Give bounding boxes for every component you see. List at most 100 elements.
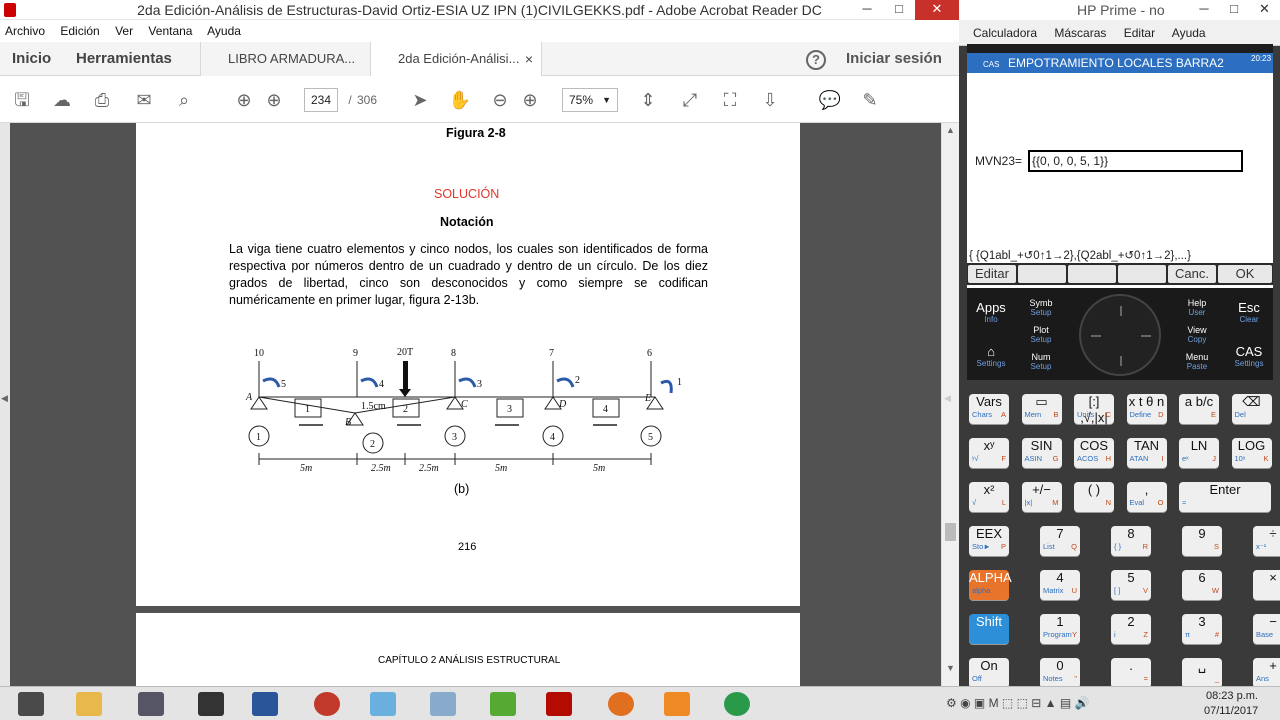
key-[interactable]: ▭ Mem B [1021,394,1062,424]
softkey-editar[interactable]: Editar [968,265,1016,283]
key-x[interactable]: [:] ,√,|x| Units C [1074,394,1114,425]
computer-icon[interactable] [138,692,164,716]
key-on[interactable]: On Off [969,658,1009,688]
hp-maximize-icon[interactable]: □ [1219,0,1249,20]
menu-archivo[interactable]: Archivo [5,24,45,38]
window-titlebar[interactable]: 2da Edición-Análisis de Estructuras-Davi… [0,0,959,20]
cas-key[interactable]: CAS Settings [1229,344,1269,368]
acrobat-icon[interactable] [546,692,572,716]
key-5[interactable]: 5 [ ] V [1111,570,1151,600]
key-6[interactable]: 6W [1182,570,1222,600]
view-key[interactable]: View Copy [1175,325,1219,344]
fullscreen-icon[interactable]: ⛶ [718,88,742,112]
hand-tool-icon[interactable]: ✋ [448,88,472,112]
close-window-icon[interactable]: ✕ [915,0,959,20]
tab-tools[interactable]: Herramientas [76,42,172,76]
paint-icon[interactable] [430,692,456,716]
tab-close-icon[interactable]: × [525,42,533,76]
dpad-right-icon[interactable] [1141,335,1151,337]
tray-time[interactable]: 08:23 p.m. [1206,690,1258,702]
key-cos[interactable]: COS ACOS H [1074,438,1114,468]
direction-pad[interactable] [1079,294,1161,376]
key-eex[interactable]: EEX Sto► P [969,526,1009,556]
winrar-icon[interactable] [490,692,516,716]
fit-page-icon[interactable]: ⤢ [678,88,702,112]
key-0[interactable]: 0 Notes " [1040,658,1080,688]
zoom-out-icon[interactable]: ⊖ [488,88,512,112]
plot-key[interactable]: Plot Setup [1021,325,1061,344]
softkey-4[interactable] [1118,265,1166,283]
key-[interactable]: +Ans; [1253,658,1280,688]
key-9[interactable]: 9S [1182,526,1222,556]
key-[interactable]: . = [1111,658,1151,688]
tab-home[interactable]: Inicio [12,42,51,76]
softkey-2[interactable] [1018,265,1066,283]
comment-icon[interactable]: 💬 [818,88,842,112]
hp-menu-calculadora[interactable]: Calculadora [973,26,1037,40]
save-icon[interactable]: 🖫 [10,88,34,112]
hp-prime-icon[interactable] [198,692,224,716]
hp-close-icon[interactable]: ✕ [1249,0,1280,20]
right-panel-toggle[interactable]: ◀ [944,393,951,404]
apps-key[interactable]: Apps Info [973,300,1009,324]
softkey-cancel[interactable]: Canc. [1168,265,1216,283]
start-icon[interactable] [18,692,44,716]
zoom-in-icon[interactable]: ⊕ [518,88,542,112]
left-panel-toggle[interactable]: ◀ [0,123,10,686]
key-alpha[interactable]: ALPHA alpha [969,570,1012,600]
symb-key[interactable]: Symb Setup [1021,298,1061,317]
tab-doc-analisis[interactable]: 2da Edición-Análisi... × [370,42,542,76]
home-key[interactable]: ⌂ Settings [973,344,1009,368]
print-icon[interactable]: ⎙ [90,88,114,112]
key-7[interactable]: 7 List Q [1040,526,1080,556]
key-xtn[interactable]: x t θ n Define D [1126,394,1167,424]
hp-menu-ayuda[interactable]: Ayuda [1172,26,1206,40]
email-icon[interactable]: ✉ [132,88,156,112]
scroll-down-icon[interactable]: ▼ [946,663,955,673]
app-icon[interactable] [370,692,396,716]
softkey-ok[interactable]: OK [1218,265,1272,283]
hp-menu-mascaras[interactable]: Máscaras [1054,26,1106,40]
menu-edicion[interactable]: Edición [60,24,99,38]
key-log[interactable]: LOG 10ˣ K [1231,438,1272,468]
page-number-input[interactable]: 234 [304,88,338,112]
dpad-left-icon[interactable] [1091,335,1101,337]
menu-ver[interactable]: Ver [115,24,133,38]
key-abc[interactable]: a b/c E [1179,394,1219,424]
chrome-icon[interactable] [724,692,750,716]
hp-minimize-icon[interactable]: ─ [1189,0,1219,20]
key-enter[interactable]: Enter ≈ [1179,482,1271,512]
key-vars[interactable]: Vars Chars A [969,394,1009,424]
scrollbar-thumb[interactable] [945,523,956,541]
key-[interactable]: ÷x⁻¹T [1253,526,1280,556]
maximize-icon[interactable]: □ [884,0,914,20]
key-x[interactable]: xʸ ʸ√ F [969,438,1009,468]
key-[interactable]: ×X [1253,570,1280,600]
signin-button[interactable]: Iniciar sesión [846,42,942,76]
key-2[interactable]: 2 i Z [1111,614,1151,644]
key-shift[interactable]: Shift [969,614,1009,644]
key-[interactable]: +/− |x| M [1021,482,1062,512]
key-sin[interactable]: SIN ASIN G [1021,438,1062,468]
hand-app-icon[interactable] [608,692,634,716]
key-[interactable]: −Base: [1253,614,1280,644]
vertical-scrollbar[interactable]: ▲ ▼ [941,123,959,686]
menu-ventana[interactable]: Ventana [148,24,192,38]
key-4[interactable]: 4 Matrix U [1040,570,1080,600]
scroll-mode-icon[interactable]: ⇕ [636,88,660,112]
document-viewer[interactable]: ◀ ▲ ▼ ◀ Figura 2-8 SOLUCIÓN Notación La … [0,123,959,686]
softkey-3[interactable] [1068,265,1116,283]
pen-icon[interactable]: ✎ [858,88,882,112]
tab-doc-libro[interactable]: LIBRO ARMADURA... [200,42,370,76]
key-[interactable]: ⌫ Del [1231,394,1272,424]
key-tan[interactable]: TAN ATAN I [1126,438,1167,468]
help-key[interactable]: Help User [1175,298,1219,317]
esc-key[interactable]: Esc Clear [1229,300,1269,324]
help-icon[interactable]: ? [806,50,826,70]
key-ln[interactable]: LN eˣ J [1179,438,1219,468]
search-icon[interactable]: ⌕ [172,88,196,112]
key-[interactable]: ␣ _ [1182,658,1222,688]
key-[interactable]: , Eval O [1126,482,1167,512]
key-x[interactable]: x² √ L [969,482,1009,512]
dpad-down-icon[interactable] [1120,356,1122,366]
